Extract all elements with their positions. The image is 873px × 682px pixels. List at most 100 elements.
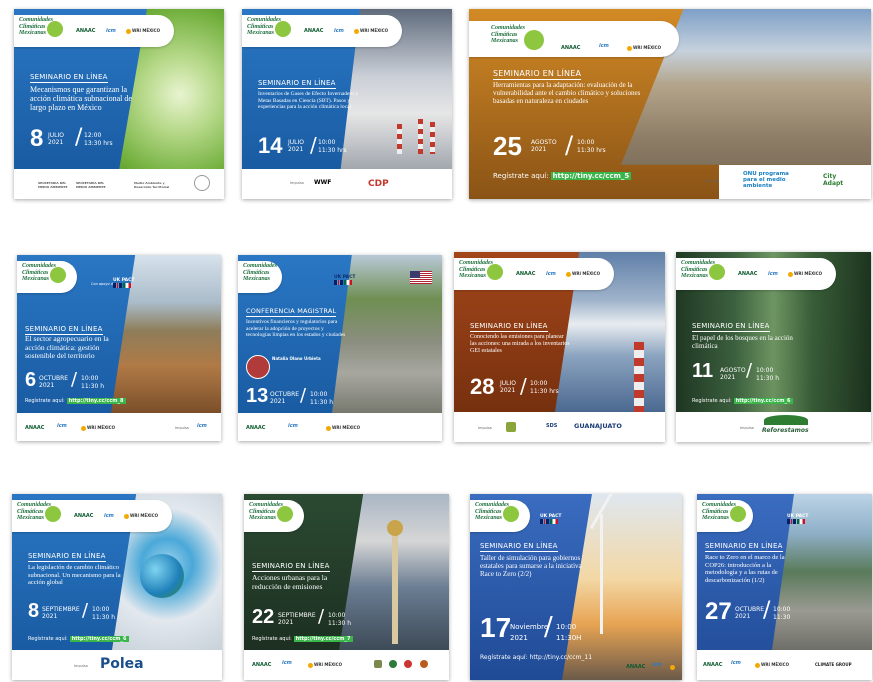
chimney-graphic (418, 119, 423, 154)
seminar-card-8[interactable]: Comunidades Climáticas Mexicanas ANAAC icm… (12, 494, 222, 680)
card-footer: ANAAC icm WRI MÉXICO (244, 650, 449, 680)
icm-logo: icm (104, 513, 114, 519)
wri-logo: WRI MÉXICO (326, 425, 360, 431)
seminar-tag: SEMINARIO EN LÍNEA (258, 79, 336, 89)
government-logo-icon (404, 660, 412, 668)
date-day: 22 (252, 606, 275, 628)
support-label: Impulsa (740, 426, 754, 430)
time-range: 10:00 11:30 hrs (318, 139, 347, 154)
seminar-card-10[interactable]: Comunidades Climáticas Mexicanas UK PACT S… (470, 494, 682, 680)
card-footer: Impulsa Polea (12, 650, 222, 680)
brand-leaf-icon (47, 21, 63, 37)
card-header: Comunidades Climáticas Mexicanas (244, 500, 304, 532)
card-footer: ANAAC icm WRI MÉXICO CLIMATE GROUP (697, 650, 872, 680)
us-flag-icon (410, 271, 432, 284)
wri-logo: WRI MÉXICO (308, 662, 342, 668)
anaac-logo: ANAAC (561, 45, 581, 51)
support-label: Impulsa (290, 181, 304, 185)
seminar-tag: SEMINARIO EN LÍNEA (30, 73, 108, 83)
cdp-logo: CDP (368, 179, 389, 189)
government-logo-icon (420, 660, 428, 668)
seminar-title: Acciones urbanas para la reducción de em… (252, 573, 328, 591)
card-header: Comunidades Climáticas Mexicanas (238, 261, 282, 293)
date-day: 13 (246, 385, 269, 407)
seminar-title: Taller de simulación para gobiernos esta… (480, 554, 582, 578)
seminar-card-9[interactable]: Comunidades Climáticas Mexicanas SEMINARIO… (244, 494, 449, 680)
anaac-logo: ANAAC (25, 425, 45, 431)
time-range: 12:00 13:30 hrs (84, 132, 113, 147)
seminar-card-6[interactable]: Comunidades Climáticas Mexicanas ANAAC icm… (454, 252, 665, 442)
card-header: Comunidades Climáticas Mexicanas (469, 21, 679, 57)
time-range: 10:00 11:30 h (328, 612, 352, 627)
support-label: Impulsa (705, 179, 719, 183)
date-month: JULIO 2021 (288, 139, 304, 153)
government-logo-icon (374, 660, 382, 668)
seminar-tag: SEMINARIO EN LÍNEA (692, 322, 770, 332)
icm-logo: icm (57, 423, 67, 429)
seminar-card-4[interactable]: Comunidades Climáticas Mexicanas Con apoyo… (17, 255, 221, 441)
seminar-card-7[interactable]: Comunidades Climáticas Mexicanas ANAAC icm… (676, 252, 871, 442)
anaac-logo: ANAAC (246, 425, 266, 431)
seminar-tag: SEMINARIO EN LÍNEA (470, 322, 548, 332)
anaac-logo: ANAAC (626, 664, 646, 670)
brand-logo: Comunidades Climáticas Mexicanas (243, 263, 278, 282)
registration-link[interactable]: Regístrate aquí: http://tiny.cc/ccm_7 (252, 636, 353, 642)
registration-link[interactable]: Regístrate aquí: http://tiny.cc/ccm_6 (28, 636, 129, 642)
anaac-logo: ANAAC (516, 271, 536, 277)
wri-logo: WRI MÉXICO (124, 513, 158, 519)
date-month: JULIO 2021 (500, 380, 516, 394)
seminar-card-11[interactable]: Comunidades Climáticas Mexicanas UK PACT S… (697, 494, 872, 680)
date-day: 8 (30, 125, 44, 152)
registration-link[interactable]: Regístrate aquí: http://tiny.cc/ccm_6 (692, 398, 793, 404)
icm-logo: icm (546, 271, 556, 277)
seminar-card-3[interactable]: Comunidades Climáticas Mexicanas ANAAC icm… (469, 9, 871, 199)
time-range: 10:00 11:30 hrs (577, 139, 606, 154)
brand-leaf-icon (487, 264, 503, 280)
seminar-title: Herramientas para la adaptación: evaluac… (493, 81, 641, 105)
seminar-tag: SEMINARIO EN LÍNEA (28, 552, 106, 562)
date-month: OCTUBRE 2021 (39, 375, 69, 389)
card-header: Comunidades Climáticas Mexicanas ANAAC icm… (242, 15, 402, 47)
date-separator: / (544, 612, 553, 642)
seminar-title: La legislación de cambio climático subna… (28, 564, 121, 586)
organized-label: Con apoyo de (91, 282, 116, 286)
sds-logo: SDS (546, 423, 558, 429)
conference-tag: CONFERENCIA MAGISTRAL (246, 307, 337, 317)
brand-leaf-icon (730, 506, 746, 522)
monument-angel-graphic (387, 520, 403, 536)
anaac-logo: ANAAC (703, 662, 723, 668)
date-month: SEPTIEMBRE 2021 (42, 606, 80, 620)
chimney-graphic (430, 122, 435, 154)
time-range: 10:00 11:30 hrs (530, 380, 559, 395)
anaac-logo: ANAAC (252, 662, 272, 668)
brand-leaf-icon (524, 30, 544, 50)
monument-column-graphic (392, 534, 398, 644)
seminar-card-1[interactable]: Comunidades Climáticas Mexicanas ANAAC icm… (14, 9, 224, 199)
state-seal-icon (506, 422, 516, 432)
icm-logo: icm (197, 423, 207, 429)
climate-group-logo: CLIMATE GROUP (815, 662, 852, 667)
reforestamos-tree-icon (764, 415, 808, 425)
anaac-logo: ANAAC (304, 28, 324, 34)
wri-logo: WRI MÉXICO (788, 271, 822, 277)
support-label: Impulsa (478, 426, 492, 430)
time-range: 10:00 11:30 h (81, 375, 105, 390)
registration-link[interactable]: Regístrate aquí: http://tiny.cc/ccm_8 (25, 398, 126, 404)
registration-link[interactable]: Regístrate aquí: http://tiny.cc/ccm_11 (480, 654, 592, 661)
anaac-logo: ANAAC (738, 271, 758, 277)
chimney-graphic (397, 124, 402, 154)
brand-leaf-icon (277, 506, 293, 522)
sponsor-logo: SECRETARÍA DEL MEDIO AMBIENTE (76, 181, 106, 189)
card-header: Comunidades Climáticas Mexicanas (697, 500, 753, 532)
seminar-tag: SEMINARIO EN LÍNEA (705, 542, 783, 552)
date-separator: / (75, 125, 83, 150)
date-month: Noviembre 2021 (510, 623, 549, 642)
ukpact-logo: UK PACT (113, 278, 134, 289)
anaac-logo: ANAAC (76, 28, 96, 34)
seminar-card-5[interactable]: Comunidades Climáticas Mexicanas UK PACT C… (238, 255, 442, 441)
seminar-card-2[interactable]: Comunidades Climáticas Mexicanas ANAAC icm… (242, 9, 452, 199)
cityadapt-logo: City Adapt (823, 173, 844, 187)
brand-leaf-icon (275, 21, 291, 37)
date-month: AGOSTO 2021 (720, 367, 746, 381)
registration-link[interactable]: Regístrate aquí: http://tiny.cc/ccm_5 (493, 172, 632, 180)
